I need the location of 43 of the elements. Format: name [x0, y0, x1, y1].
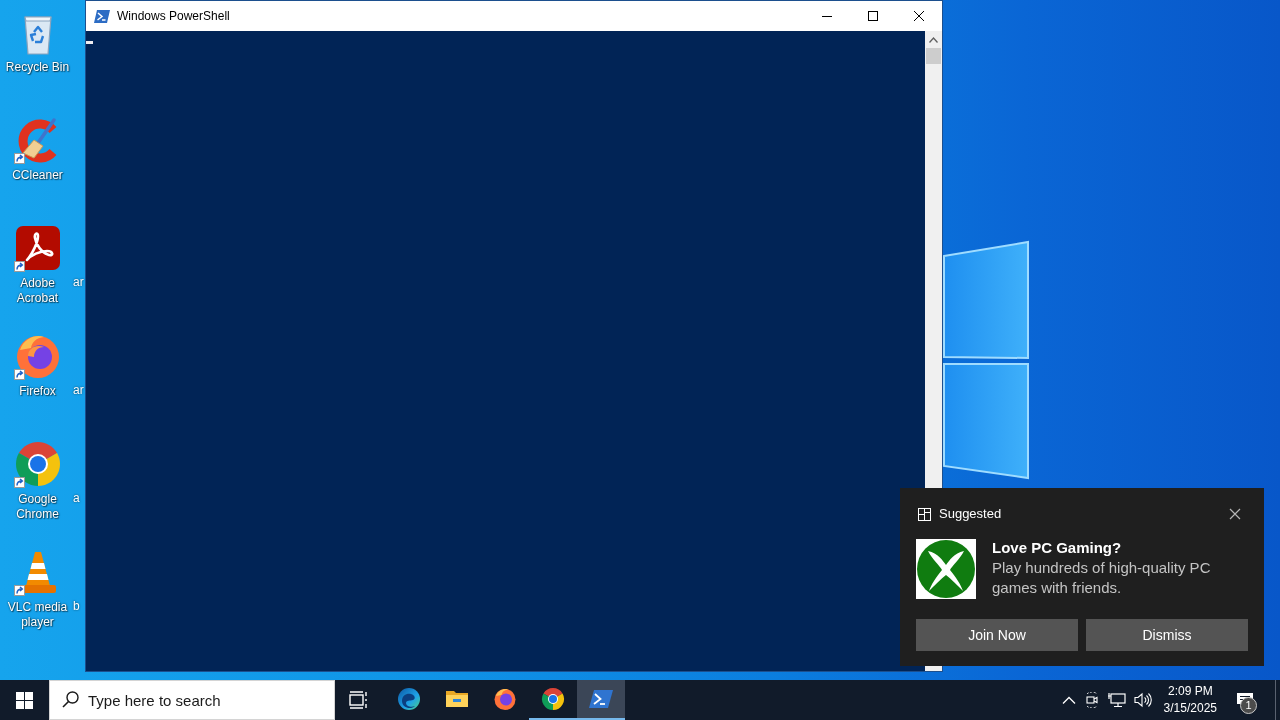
desktop-icon-label[interactable]: a	[73, 491, 80, 506]
camera-icon	[1083, 692, 1100, 708]
desktop-icon-label[interactable]: b	[73, 599, 80, 614]
close-button[interactable]	[1228, 507, 1242, 521]
terminal-prompt-icon	[589, 687, 613, 711]
desktop-icon-label[interactable]: CCleaner	[1, 168, 74, 183]
close-icon	[914, 11, 924, 21]
desktop-icon-label[interactable]: VLC media player	[1, 600, 74, 630]
search-icon	[62, 691, 79, 708]
firefox-logo-icon	[493, 687, 517, 711]
notification-action-button[interactable]: Join Now	[916, 619, 1078, 651]
search-field[interactable]: Type here to search	[49, 680, 335, 720]
window-title: Windows PowerShell	[117, 8, 230, 25]
tile-grid-icon	[918, 507, 931, 521]
task-view-icon	[349, 691, 369, 709]
clock-button[interactable]: 2:09 PM 3/15/2025	[1155, 680, 1225, 720]
action-center-button[interactable]: 1	[1225, 680, 1265, 720]
scrollbar-thumb[interactable]	[926, 48, 941, 64]
desktop-icon-label[interactable]: ar	[73, 383, 84, 398]
desktop-icon-label[interactable]: Recycle Bin	[1, 60, 74, 75]
maximize-icon	[868, 11, 878, 21]
close-icon	[1229, 508, 1241, 520]
speaker-icon	[1133, 692, 1152, 708]
desktop-icon-label[interactable]: Firefox	[1, 384, 74, 399]
desktop-icon-label[interactable]: Adobe Acrobat	[1, 276, 74, 306]
cursor-icon	[86, 41, 93, 44]
terminal-prompt-icon	[94, 9, 110, 23]
browser-swirl-icon	[397, 687, 421, 711]
chrome-logo-icon	[541, 687, 565, 711]
windows-logo-icon	[15, 691, 33, 709]
desktop-icon-label[interactable]: Google Chrome	[1, 492, 74, 522]
acrobat-logo-icon[interactable]	[13, 224, 62, 272]
notification-message: Play hundreds of high-quality PC games with friends.	[992, 558, 1212, 598]
app-logo-icon	[916, 539, 976, 599]
notification-badge: 1	[1240, 697, 1257, 714]
desktop-icon-label[interactable]: ar	[73, 275, 84, 290]
chrome-logo-icon[interactable]	[13, 440, 62, 488]
notification-action-button[interactable]: Dismiss	[1086, 619, 1248, 651]
caret-up-icon	[1061, 696, 1076, 704]
notification-header: Suggested	[939, 506, 1002, 522]
chevron-up-icon	[929, 36, 938, 43]
network-monitor-icon	[1107, 692, 1126, 708]
notification-title: Love PC Gaming?	[992, 538, 1123, 558]
